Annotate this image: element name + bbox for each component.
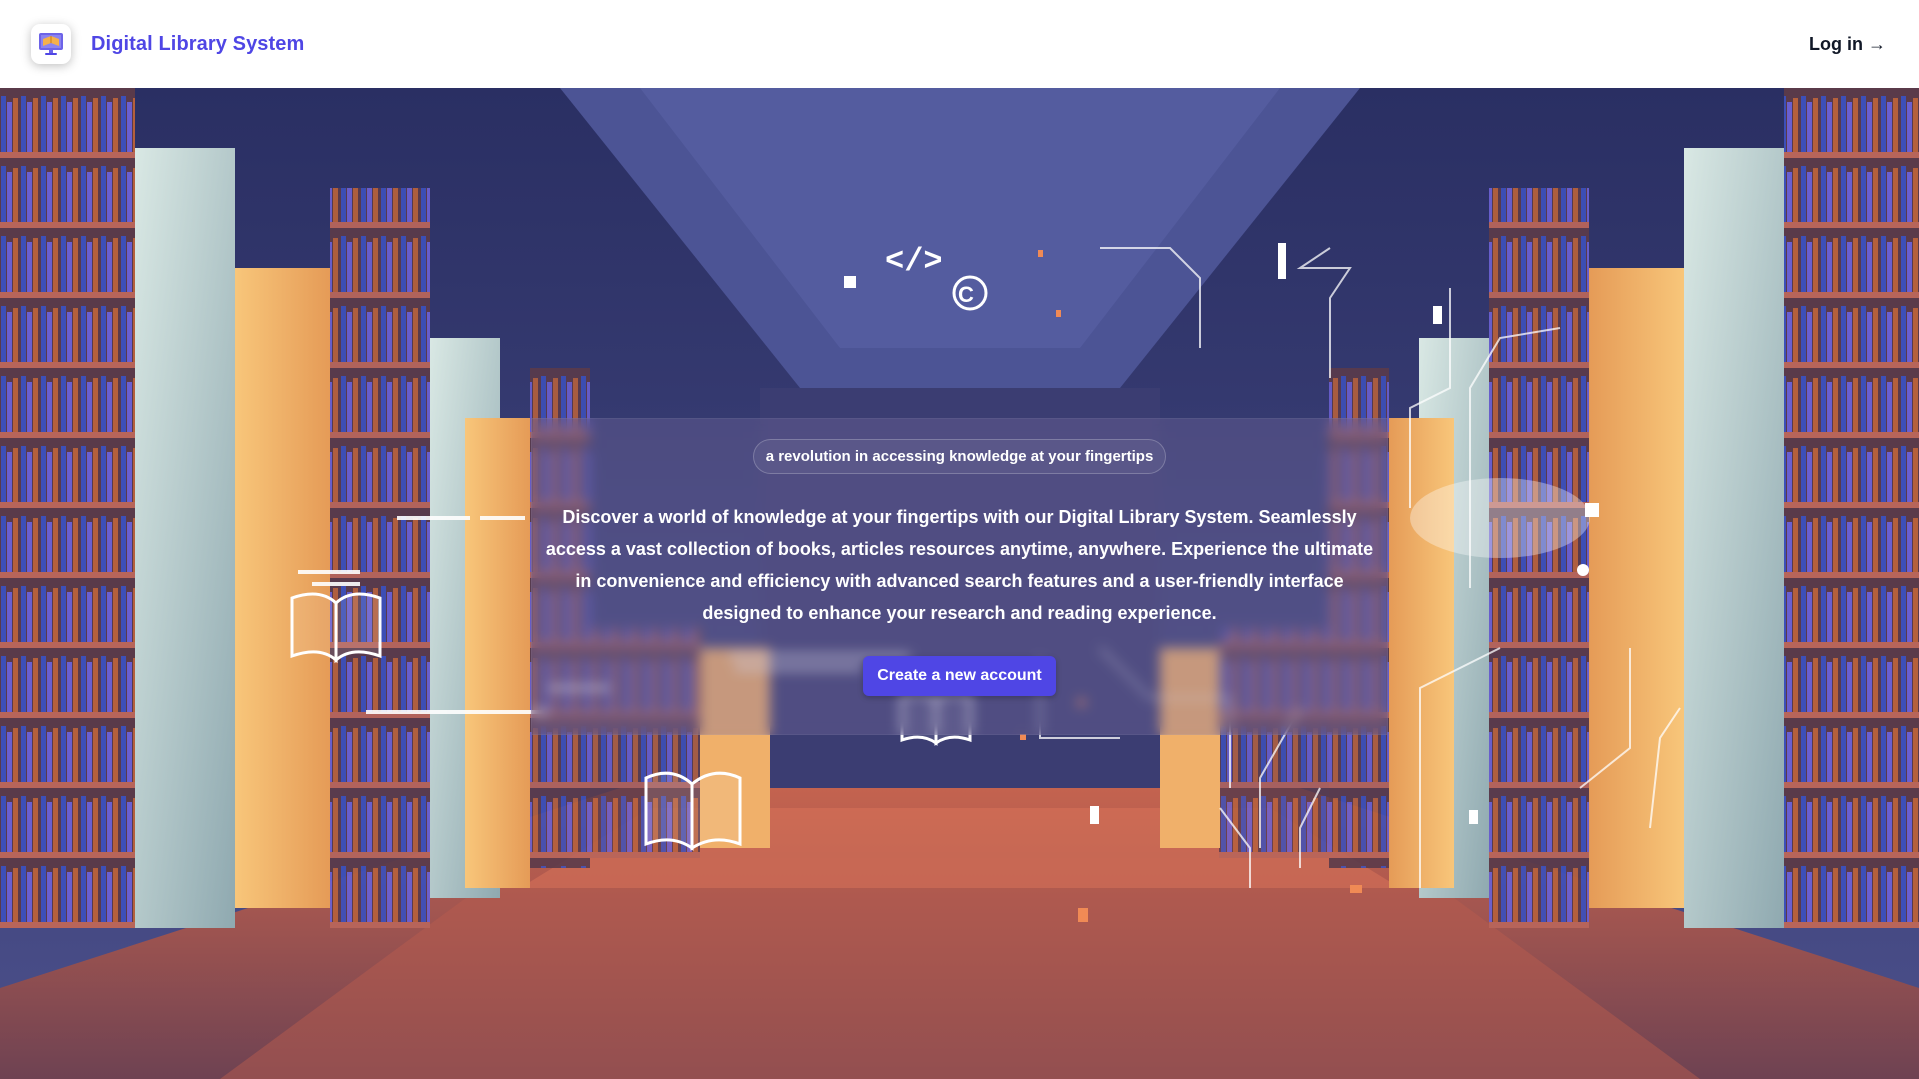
login-link[interactable]: Log in → xyxy=(1809,34,1888,55)
svg-text:</>: </> xyxy=(885,243,943,280)
create-account-button[interactable]: Create a new account xyxy=(863,656,1056,696)
library-screen-logo-icon xyxy=(31,24,71,64)
tagline-badge: a revolution in accessing knowledge at y… xyxy=(752,439,1167,474)
hero-section: </> C a revolution in accessing knowledg… xyxy=(0,88,1919,1079)
svg-text:C: C xyxy=(958,282,974,307)
hero-card: a revolution in accessing knowledge at y… xyxy=(531,418,1388,735)
brand-name: Digital Library System xyxy=(91,32,305,55)
brand-link[interactable]: Digital Library System xyxy=(31,24,304,64)
top-nav: Digital Library System Log in → xyxy=(0,0,1919,88)
hero-description: Discover a world of knowledge at your fi… xyxy=(545,507,1374,623)
